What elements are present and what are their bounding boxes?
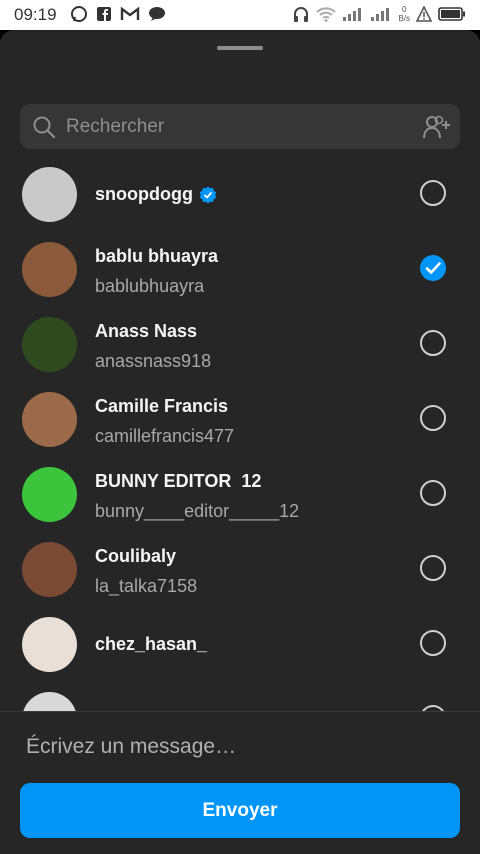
facebook-icon [97,7,111,21]
avatar [22,317,77,372]
status-bar: 09:19 0 B/s [0,0,480,30]
contact-list[interactable]: snoopdogg bablu bhuayra bablubhuayra Anass … [0,167,480,711]
send-button[interactable]: Envoyer [20,783,460,838]
gmail-icon [120,6,140,20]
contact-name: chez_hasan_ [95,634,208,654]
verified-badge-icon [199,186,217,204]
contact-name: Coulibaly [95,546,177,566]
contact-username: camillefrancis477 [95,426,235,446]
data-speed-value: 0 [401,5,407,14]
select-radio[interactable] [420,180,446,206]
contact-row[interactable]: baba beye [0,692,480,711]
avatar [22,467,77,522]
avatar [22,692,77,711]
signal-icon [371,8,390,21]
select-radio[interactable] [420,405,446,431]
contact-username: bunny____editor_____12 [95,501,300,521]
whatsapp-icon [71,6,87,22]
search-bar[interactable]: Rechercher [20,104,460,149]
notification-icons [70,5,166,23]
contact-name: snoopdogg [95,184,193,204]
contact-name: Anass Nass [95,321,198,341]
headphones-icon [294,7,309,22]
avatar [22,167,77,222]
message-input[interactable]: Écrivez un message… [26,735,236,759]
status-time: 09:19 [14,5,57,24]
select-radio[interactable] [420,480,446,506]
search-icon [33,116,56,139]
avatar [22,392,77,447]
message-icon [149,7,165,21]
wifi-icon [316,7,337,22]
select-radio[interactable] [420,630,446,656]
avatar [22,242,77,297]
contact-row[interactable]: snoopdogg [0,167,480,242]
data-speed-unit: B/s [398,14,410,23]
battery-icon [438,7,465,21]
contact-row[interactable]: Camille Francis camillefrancis477 [0,392,480,467]
checkmark-icon [425,262,441,274]
contact-row[interactable]: Coulibaly la_talka7158 [0,542,480,617]
contact-row[interactable]: chez_hasan_ [0,617,480,692]
signal-icon [343,8,362,21]
avatar [22,542,77,597]
search-input[interactable]: Rechercher [66,116,164,138]
select-radio[interactable] [420,555,446,581]
select-radio[interactable] [420,330,446,356]
data-speed-icon: 0 B/s [398,5,410,23]
contact-name: bablu bhuayra [95,246,219,266]
share-bottom-sheet: Rechercher snoopdogg bablu bhuayra bablubh… [0,30,480,854]
alert-icon [416,6,432,22]
contact-name: BUNNY EDITOR 12 [95,471,262,491]
contact-row[interactable]: Anass Nass anassnass918 [0,317,480,392]
contact-row[interactable]: bablu bhuayra bablubhuayra [0,242,480,317]
contact-username: anassnass918 [95,351,212,371]
system-icons: 0 B/s [292,5,466,23]
divider [0,711,480,712]
contact-username: bablubhuayra [95,276,205,296]
contact-username: la_talka7158 [95,576,198,596]
contact-name: Camille Francis [95,396,229,416]
add-people-icon[interactable] [422,114,452,140]
contact-row[interactable]: BUNNY EDITOR 12 bunny____editor_____12 [0,467,480,542]
avatar [22,617,77,672]
selected-checkbox[interactable] [420,255,446,281]
drag-handle[interactable] [217,46,263,50]
